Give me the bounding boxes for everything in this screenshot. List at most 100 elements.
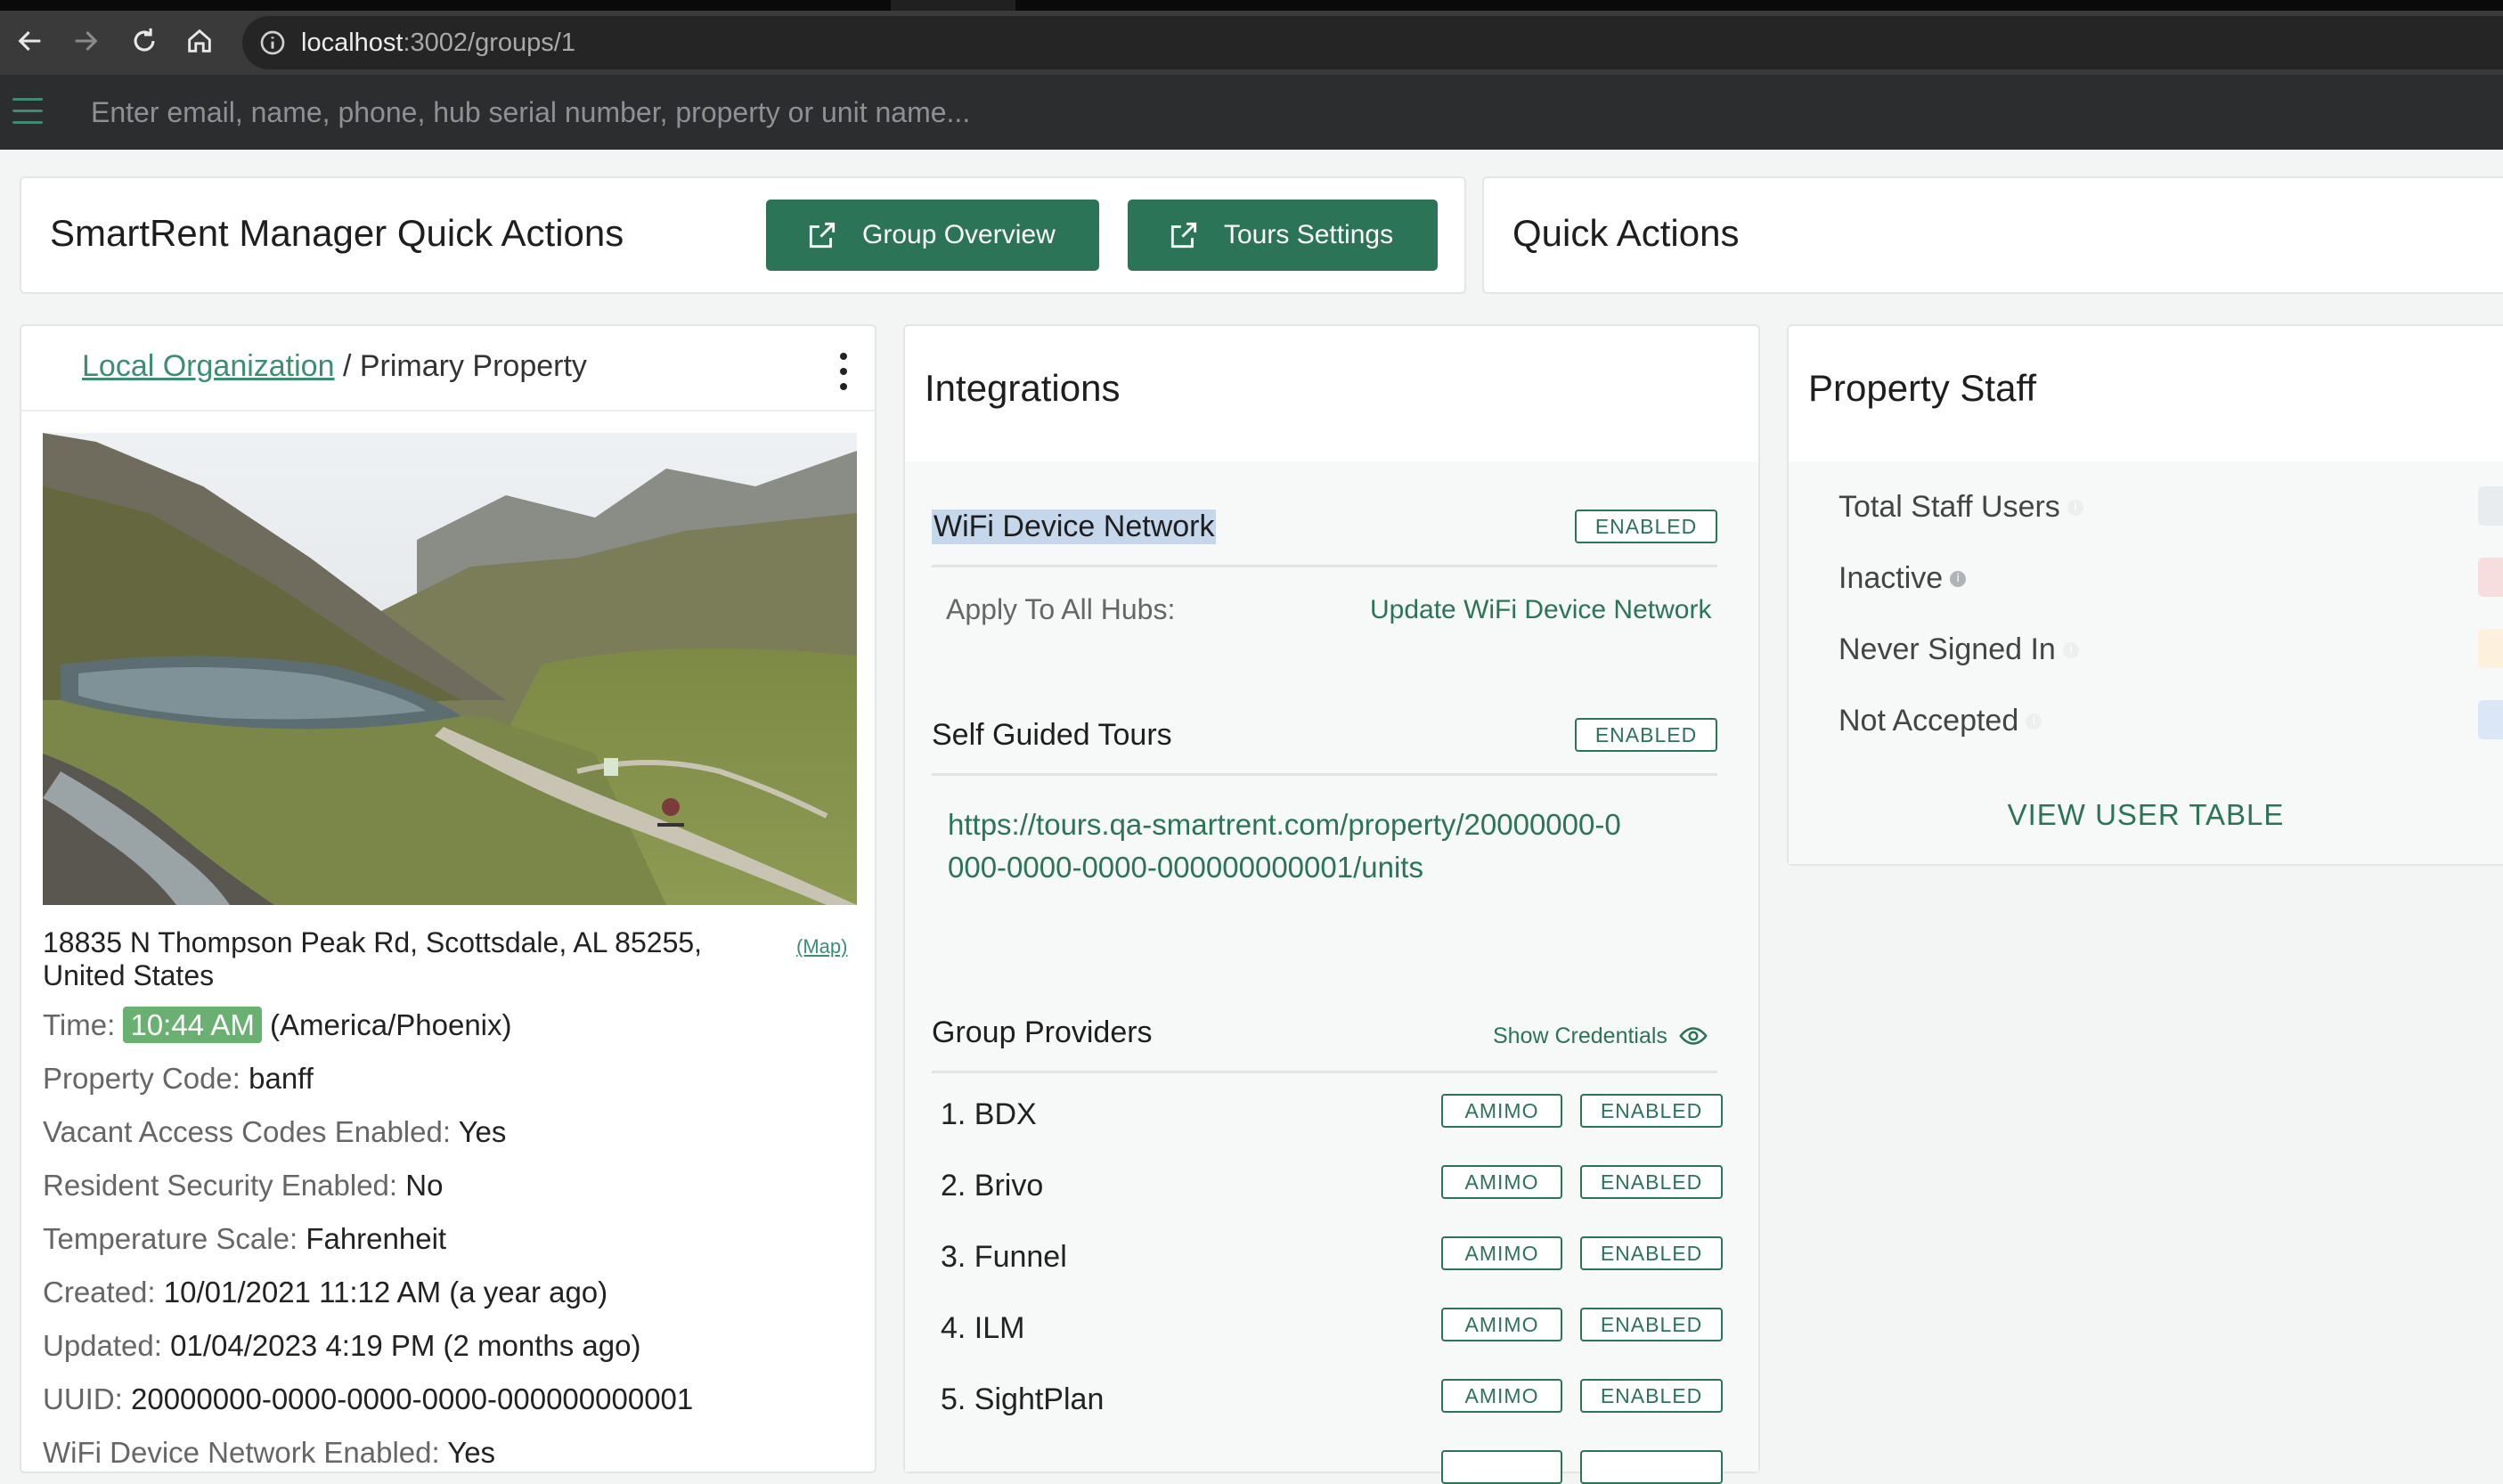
detail-time: Time: 10:44 AM (America/Phoenix) — [43, 1007, 512, 1043]
provider-tag-badge: AMIMO — [1441, 1165, 1562, 1199]
provider-status-badge: ENABLED — [1580, 1165, 1723, 1199]
breadcrumb-separator: / — [334, 349, 360, 383]
detail-value: No — [405, 1169, 444, 1202]
home-icon — [188, 29, 211, 53]
global-search-input[interactable] — [62, 82, 2503, 143]
quick-actions-title: Quick Actions — [1512, 212, 1740, 254]
group-overview-button[interactable]: Group Overview — [766, 200, 1099, 271]
arrow-left-icon — [18, 30, 41, 52]
provider-item: 1. BDX — [941, 1097, 1037, 1131]
detail-key: UUID: — [43, 1382, 131, 1415]
detail-key: Created: — [43, 1276, 164, 1309]
staff-count-swatch — [2478, 629, 2503, 668]
wifi-status-badge: ENABLED — [1575, 510, 1717, 543]
detail-property-code: Property Code: banff — [43, 1062, 314, 1096]
more-options-icon[interactable] — [837, 353, 850, 399]
staff-row-label: Not Accepted — [1839, 704, 2019, 738]
property-name: Primary Property — [359, 349, 587, 383]
reload-button[interactable] — [125, 21, 164, 61]
quick-actions-card: Quick Actions — [1482, 176, 2503, 294]
group-providers-title: Group Providers — [932, 1015, 1153, 1049]
integrations-title: Integrations — [925, 367, 1121, 409]
organization-link[interactable]: Local Organization — [82, 349, 335, 383]
tab-strip-segment — [0, 0, 891, 11]
section-divider — [932, 565, 1717, 567]
provider-item: 3. Funnel — [941, 1240, 1067, 1274]
detail-value: 10/01/2021 11:12 AM (a year ago) — [163, 1276, 608, 1309]
show-credentials-label: Show Credentials — [1493, 1023, 1667, 1048]
tab-strip-segment — [1015, 0, 2503, 11]
view-user-table-button[interactable]: VIEW USER TABLE — [1789, 798, 2503, 832]
integrations-card: Integrations WiFi Device Network ENABLED… — [903, 324, 1760, 1484]
detail-key: Time: — [43, 1008, 124, 1041]
hamburger-menu-icon[interactable] — [12, 98, 43, 126]
provider-tag-badge-partial — [1441, 1450, 1562, 1484]
detail-updated: Updated: 01/04/2023 4:19 PM (2 months ag… — [43, 1329, 640, 1363]
staff-row-label: Total Staff Users — [1839, 490, 2060, 524]
update-wifi-network-link[interactable]: Update WiFi Device Network — [1370, 595, 1711, 625]
section-divider — [932, 773, 1717, 776]
info-icon[interactable]: i — [2067, 499, 2083, 516]
detail-vacant-access: Vacant Access Codes Enabled: Yes — [43, 1115, 506, 1149]
provider-tag-badge: AMIMO — [1441, 1236, 1562, 1270]
home-button[interactable] — [180, 21, 219, 61]
detail-uuid: UUID: 20000000-0000-0000-0000-0000000000… — [43, 1382, 693, 1416]
section-divider — [932, 1071, 1717, 1073]
detail-value: banff — [249, 1062, 314, 1095]
provider-item: 2. Brivo — [941, 1169, 1044, 1203]
tours-settings-button[interactable]: Tours Settings — [1128, 200, 1438, 271]
address-bar[interactable]: localhost:3002/groups/1 — [242, 16, 2503, 69]
staff-row-inactive: Inactive i — [1839, 561, 1967, 596]
map-link[interactable]: (Map) — [796, 935, 847, 958]
show-credentials-button[interactable]: Show Credentials — [1493, 1021, 1708, 1051]
detail-key: Updated: — [43, 1329, 171, 1362]
property-card: Local Organization / Primary Property 18… — [20, 324, 876, 1473]
detail-value: Fahrenheit — [306, 1222, 447, 1255]
provider-status-badge: ENABLED — [1580, 1379, 1723, 1413]
staff-row-total: Total Staff Users i — [1839, 490, 2083, 525]
detail-key: Temperature Scale: — [43, 1222, 306, 1255]
property-staff-card: Property Staff Total Staff Users i Inacti… — [1787, 324, 2503, 866]
info-icon[interactable]: i — [1950, 570, 1967, 587]
external-link-icon — [809, 222, 836, 249]
detail-resident-security: Resident Security Enabled: No — [43, 1169, 443, 1203]
detail-temperature-scale: Temperature Scale: Fahrenheit — [43, 1222, 446, 1256]
manager-quick-actions-title: SmartRent Manager Quick Actions — [50, 212, 624, 254]
tours-settings-label: Tours Settings — [1224, 220, 1394, 249]
eye-icon — [1679, 1027, 1708, 1045]
timezone-text: (America/Phoenix) — [261, 1008, 512, 1041]
provider-status-badge: ENABLED — [1580, 1308, 1723, 1341]
detail-created: Created: 10/01/2021 11:12 AM (a year ago… — [43, 1276, 607, 1309]
detail-key: Property Code: — [43, 1062, 249, 1095]
url-path: :3002/groups/1 — [403, 29, 575, 57]
provider-status-badge: ENABLED — [1580, 1094, 1723, 1128]
detail-key: Vacant Access Codes Enabled: — [43, 1115, 459, 1148]
url-host: localhost — [301, 29, 404, 57]
provider-item: 5. SightPlan — [941, 1382, 1105, 1416]
property-address: 18835 N Thompson Peak Rd, Scottsdale, AL… — [43, 926, 703, 991]
staff-row-label: Never Signed In — [1839, 632, 2056, 666]
apply-to-all-hubs-label: Apply To All Hubs: — [946, 593, 1176, 625]
time-badge: 10:44 AM — [123, 1007, 262, 1043]
provider-status-badge: ENABLED — [1580, 1236, 1723, 1270]
arrow-right-icon — [75, 30, 98, 52]
info-icon[interactable]: i — [2026, 713, 2042, 730]
detail-key: WiFi Device Network Enabled: — [43, 1436, 448, 1469]
provider-tag-badge: AMIMO — [1441, 1308, 1562, 1341]
provider-status-badge-partial — [1580, 1450, 1723, 1484]
provider-tag-badge: AMIMO — [1441, 1094, 1562, 1128]
site-info-icon[interactable] — [258, 29, 287, 57]
back-button[interactable] — [11, 21, 50, 61]
detail-value: 01/04/2023 4:19 PM (2 months ago) — [170, 1329, 641, 1362]
url-text[interactable]: localhost:3002/groups/1 — [301, 29, 575, 58]
external-link-icon — [1170, 222, 1197, 249]
tours-url-link[interactable]: https://tours.qa-smartrent.com/property/… — [948, 803, 1625, 889]
forward-button[interactable] — [66, 21, 105, 61]
property-staff-title: Property Staff — [1808, 367, 2037, 409]
staff-row-label: Inactive — [1839, 561, 1944, 595]
wifi-network-title: WiFi Device Network — [932, 510, 1217, 544]
info-icon[interactable]: i — [2062, 641, 2079, 658]
staff-count-swatch — [2478, 558, 2503, 597]
group-overview-label: Group Overview — [862, 220, 1056, 249]
tab-strip — [0, 0, 2503, 11]
